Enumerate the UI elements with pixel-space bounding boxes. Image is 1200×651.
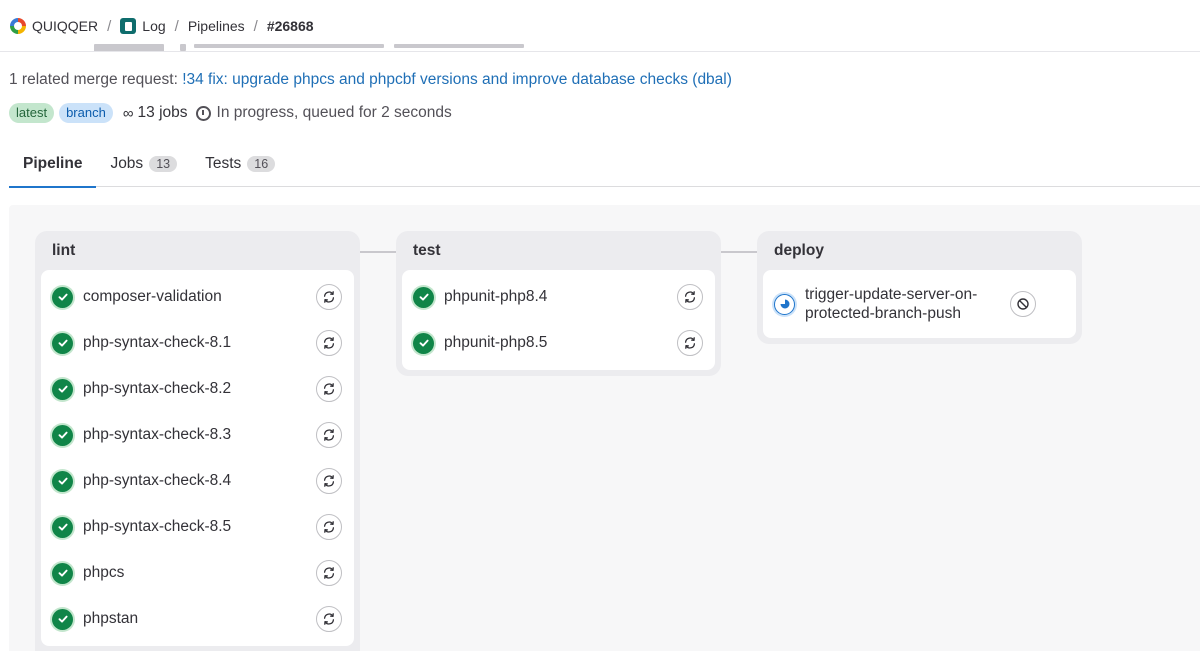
status-success-icon — [413, 286, 434, 308]
job-item[interactable]: php-syntax-check-8.3 — [41, 412, 354, 458]
retry-job-button[interactable] — [316, 468, 342, 494]
status-success-icon — [52, 424, 73, 446]
status-success-icon — [52, 286, 73, 308]
job-item[interactable]: phpcs — [41, 550, 354, 596]
status-success-icon — [52, 470, 73, 492]
job-item[interactable]: composer-validation — [41, 274, 354, 320]
breadcrumb-separator: / — [174, 17, 179, 35]
stage-title: lint — [52, 241, 76, 259]
cut-text-block — [94, 44, 164, 51]
retry-job-button[interactable] — [677, 284, 703, 310]
job-name: php-syntax-check-8.3 — [83, 426, 232, 443]
job-name: phpcs — [83, 564, 125, 581]
tab-jobs[interactable]: Jobs 13 — [96, 140, 191, 187]
clock-icon — [195, 105, 211, 121]
retry-job-button[interactable] — [316, 606, 342, 632]
job-item[interactable]: phpstan — [41, 596, 354, 642]
status-success-icon — [52, 562, 73, 584]
branch-badge: branch — [59, 103, 113, 123]
cut-text-block — [180, 44, 186, 51]
status-running-icon — [774, 293, 795, 315]
job-name: php-syntax-check-8.1 — [83, 334, 232, 351]
breadcrumb: QUIQQER / Log / Pipelines / #26868 — [10, 16, 314, 36]
stage-job-list: composer-validation php-syntax-check-8.1 p… — [41, 270, 354, 646]
retry-job-button[interactable] — [316, 284, 342, 310]
tab-count-badge: 16 — [247, 155, 276, 172]
pipeline-meta: latest branch ∞ 13 jobs In progress, que… — [9, 102, 452, 124]
job-item[interactable]: phpunit-php8.5 — [402, 320, 715, 366]
retry-job-button[interactable] — [316, 514, 342, 540]
jobs-count: 13 jobs — [137, 104, 188, 121]
status-success-icon — [52, 378, 73, 400]
stage-connector — [721, 251, 757, 253]
merge-request-link[interactable]: !34 fix: upgrade phpcs and phpcbf versio… — [182, 71, 732, 88]
top-bar: QUIQQER / Log / Pipelines / #26868 — [0, 0, 1200, 52]
stage-connector — [360, 251, 396, 253]
tab-label: Jobs — [110, 154, 144, 172]
retry-job-button[interactable] — [316, 330, 342, 356]
stage-deploy: deploy trigger-update-server-on-protecte… — [757, 231, 1082, 344]
latest-badge: latest — [9, 103, 55, 123]
job-item[interactable]: php-syntax-check-8.1 — [41, 320, 354, 366]
retry-job-button[interactable] — [316, 422, 342, 448]
status-success-icon — [52, 332, 73, 354]
job-name: phpstan — [83, 610, 139, 627]
tab-label: Pipeline — [23, 154, 83, 172]
job-item[interactable]: phpunit-php8.4 — [402, 274, 715, 320]
breadcrumb-pipelines[interactable]: Pipelines — [188, 18, 245, 34]
tab-count-badge: 13 — [149, 155, 178, 172]
stage-job-list: trigger-update-server-on-protected-branc… — [763, 270, 1076, 338]
retry-job-button[interactable] — [316, 376, 342, 402]
job-item[interactable]: trigger-update-server-on-protected-branc… — [763, 274, 1076, 334]
job-item[interactable]: php-syntax-check-8.5 — [41, 504, 354, 550]
job-item[interactable]: php-syntax-check-8.2 — [41, 366, 354, 412]
cut-text-block — [394, 44, 524, 48]
breadcrumb-separator: / — [107, 17, 112, 35]
quiqqer-logo-icon — [10, 18, 26, 34]
pipeline-tabs: Pipeline Jobs 13 Tests 16 — [9, 140, 1200, 188]
job-name: php-syntax-check-8.4 — [83, 472, 232, 489]
tab-pipeline[interactable]: Pipeline — [9, 140, 97, 188]
scrolled-commit-title — [94, 44, 534, 51]
related-merge-request: 1 related merge request: !34 fix: upgrad… — [9, 71, 732, 89]
job-name: phpunit-php8.4 — [444, 288, 548, 305]
job-name: trigger-update-server-on-protected-branc… — [805, 286, 978, 322]
merge-request-prefix: 1 related merge request: — [9, 71, 178, 88]
tab-label: Tests — [205, 154, 242, 172]
cut-text-block — [194, 44, 384, 48]
jobs-icon: ∞ — [122, 104, 134, 122]
stage-lint: lint composer-validation php-syntax-check… — [35, 231, 360, 651]
retry-job-button[interactable] — [677, 330, 703, 356]
stage-job-list: phpunit-php8.4 phpunit-php8.5 — [402, 270, 715, 370]
cancel-job-button[interactable] — [1010, 291, 1036, 317]
job-name: php-syntax-check-8.2 — [83, 380, 232, 397]
project-icon — [120, 18, 137, 34]
job-name: phpunit-php8.5 — [444, 334, 548, 351]
retry-job-button[interactable] — [316, 560, 342, 586]
pipeline-graph: lint composer-validation php-syntax-check… — [9, 205, 1200, 651]
job-item[interactable]: php-syntax-check-8.4 — [41, 458, 354, 504]
status-success-icon — [413, 332, 434, 354]
job-name: composer-validation — [83, 288, 222, 305]
job-name: php-syntax-check-8.5 — [83, 518, 232, 535]
tab-tests[interactable]: Tests 16 — [191, 140, 289, 187]
status-success-icon — [52, 516, 73, 538]
breadcrumb-project[interactable]: Log — [142, 18, 165, 34]
status-success-icon — [52, 608, 73, 630]
stage-title: deploy — [774, 241, 824, 259]
breadcrumb-current[interactable]: #26868 — [267, 18, 314, 34]
breadcrumb-separator: / — [253, 17, 258, 35]
stage-test: test phpunit-php8.4 phpunit-php8.5 — [396, 231, 721, 376]
pipeline-status-text: In progress, queued for 2 seconds — [216, 104, 452, 121]
breadcrumb-group[interactable]: QUIQQER — [32, 18, 98, 34]
stage-title: test — [413, 241, 441, 259]
